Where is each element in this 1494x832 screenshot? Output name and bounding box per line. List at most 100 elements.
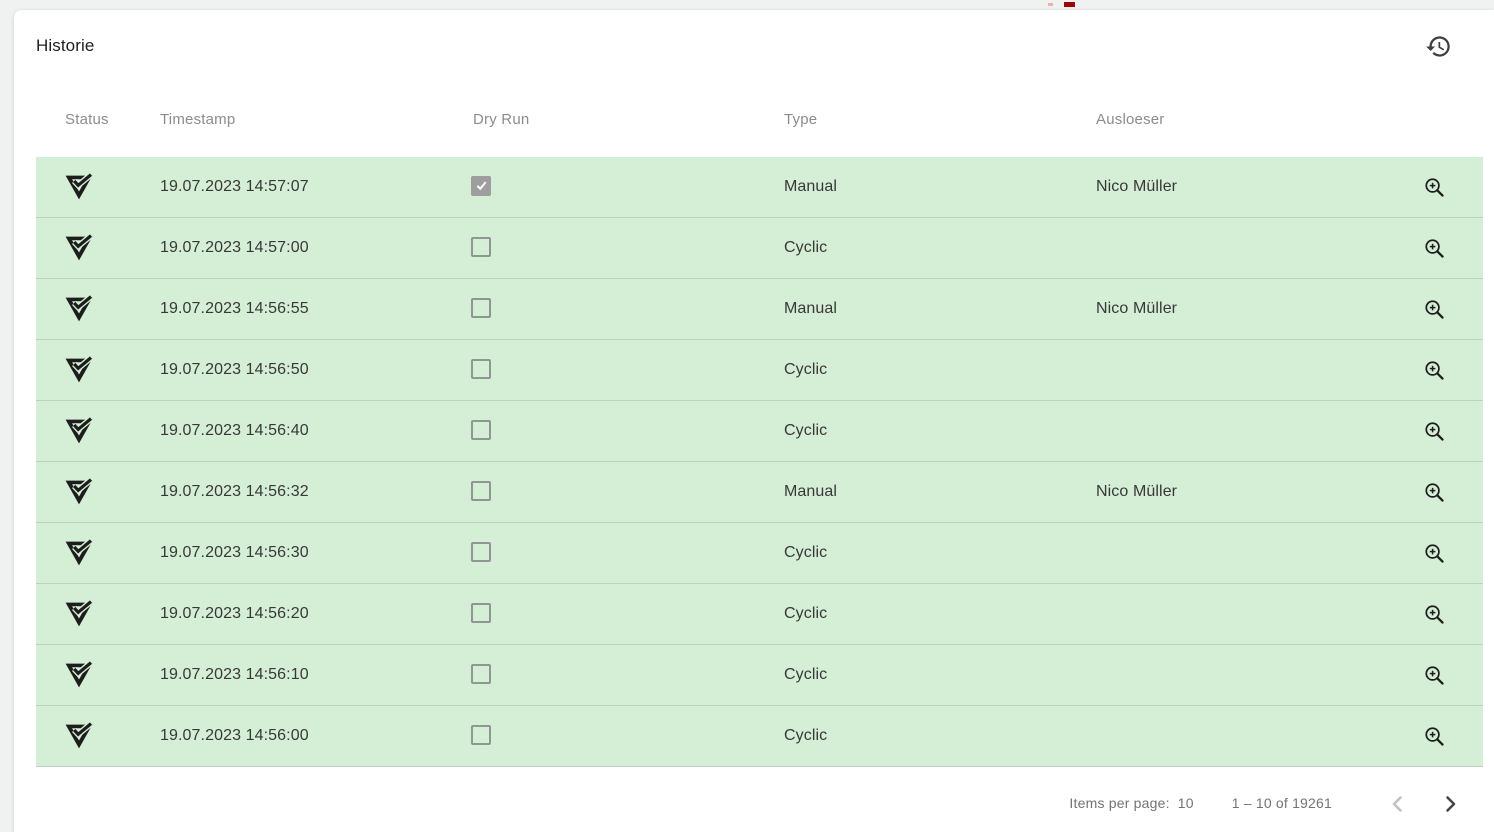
table-body: 19.07.2023 14:57:07 Manual Nico Müller xyxy=(36,157,1483,767)
status-check-icon xyxy=(64,174,94,201)
type-cell: Cyclic xyxy=(784,727,1096,745)
dry-run-cell xyxy=(471,725,784,748)
items-per-page-label: Items per page: xyxy=(1069,795,1169,811)
action-cell xyxy=(1386,228,1483,268)
timestamp-cell: 19.07.2023 14:56:32 xyxy=(160,483,471,501)
timestamp-cell: 19.07.2023 14:56:00 xyxy=(160,727,471,745)
historie-card: Historie Status Timestamp Dry Run Type A… xyxy=(14,10,1494,832)
zoom-in-icon xyxy=(1424,543,1445,564)
table-row[interactable]: 19.07.2023 14:56:50 Cyclic xyxy=(36,340,1483,401)
ausloeser-cell: Nico Müller xyxy=(1096,483,1386,501)
next-page-button[interactable] xyxy=(1430,783,1470,823)
table-row[interactable]: 19.07.2023 14:56:32 Manual Nico Müller xyxy=(36,462,1483,523)
card-header: Historie xyxy=(14,10,1494,82)
action-cell xyxy=(1386,533,1483,573)
timestamp-cell: 19.07.2023 14:56:20 xyxy=(160,605,471,623)
checkmark-icon xyxy=(474,178,489,193)
status-cell xyxy=(36,235,160,262)
zoom-in-button[interactable] xyxy=(1415,594,1455,634)
table-row[interactable]: 19.07.2023 14:56:10 Cyclic xyxy=(36,645,1483,706)
dry-run-cell xyxy=(471,603,784,626)
zoom-in-button[interactable] xyxy=(1415,655,1455,695)
table-row[interactable]: 19.07.2023 14:56:55 Manual Nico Müller xyxy=(36,279,1483,340)
table-row[interactable]: 19.07.2023 14:57:00 Cyclic xyxy=(36,218,1483,279)
status-check-icon xyxy=(64,235,94,262)
timestamp-cell: 19.07.2023 14:56:30 xyxy=(160,544,471,562)
timestamp-cell: 19.07.2023 14:56:40 xyxy=(160,422,471,440)
zoom-in-icon xyxy=(1424,238,1445,259)
table-row[interactable]: 19.07.2023 14:57:07 Manual Nico Müller xyxy=(36,157,1483,218)
dry-run-checkbox[interactable] xyxy=(471,725,491,745)
dry-run-checkbox[interactable] xyxy=(471,542,491,562)
page-size-select[interactable]: 10 xyxy=(1178,795,1194,811)
dry-run-checkbox[interactable] xyxy=(471,603,491,623)
action-cell xyxy=(1386,716,1483,756)
zoom-in-icon xyxy=(1424,360,1445,381)
zoom-in-button[interactable] xyxy=(1415,472,1455,512)
dry-run-checkbox[interactable] xyxy=(471,359,491,379)
paginator: Items per page: 10 1 – 10 of 19261 xyxy=(14,767,1494,832)
red-screen-artifact xyxy=(1064,2,1075,7)
column-header-dry-run: Dry Run xyxy=(471,111,784,128)
action-cell xyxy=(1386,655,1483,695)
status-check-icon xyxy=(64,662,94,689)
zoom-in-button[interactable] xyxy=(1415,533,1455,573)
red-screen-artifact-faint xyxy=(1048,3,1053,6)
column-header-type: Type xyxy=(784,111,1096,128)
status-cell xyxy=(36,479,160,506)
timestamp-cell: 19.07.2023 14:57:07 xyxy=(160,178,471,196)
status-check-icon xyxy=(64,723,94,750)
type-cell: Cyclic xyxy=(784,422,1096,440)
dry-run-checkbox[interactable] xyxy=(471,237,491,257)
dry-run-cell xyxy=(471,481,784,504)
zoom-in-icon xyxy=(1424,177,1445,198)
column-header-ausloeser: Ausloeser xyxy=(1096,111,1386,128)
dry-run-checkbox[interactable] xyxy=(471,664,491,684)
dry-run-checkbox[interactable] xyxy=(471,420,491,440)
zoom-in-button[interactable] xyxy=(1415,167,1455,207)
column-header-timestamp: Timestamp xyxy=(160,111,471,128)
type-cell: Cyclic xyxy=(784,239,1096,257)
status-check-icon xyxy=(64,479,94,506)
range-label: 1 – 10 of 19261 xyxy=(1232,795,1332,811)
type-cell: Cyclic xyxy=(784,361,1096,379)
timestamp-cell: 19.07.2023 14:56:55 xyxy=(160,300,471,318)
type-cell: Cyclic xyxy=(784,544,1096,562)
table-row[interactable]: 19.07.2023 14:56:20 Cyclic xyxy=(36,584,1483,645)
status-check-icon xyxy=(64,540,94,567)
chevron-left-icon xyxy=(1385,790,1411,816)
history-button[interactable] xyxy=(1418,26,1458,66)
dry-run-cell xyxy=(471,298,784,321)
timestamp-cell: 19.07.2023 14:56:10 xyxy=(160,666,471,684)
dry-run-cell xyxy=(471,359,784,382)
zoom-in-icon xyxy=(1424,482,1445,503)
zoom-in-button[interactable] xyxy=(1415,716,1455,756)
dry-run-checkbox[interactable] xyxy=(471,481,491,501)
dry-run-cell xyxy=(471,176,784,199)
status-check-icon xyxy=(64,296,94,323)
table-row[interactable]: 19.07.2023 14:56:00 Cyclic xyxy=(36,706,1483,767)
zoom-in-button[interactable] xyxy=(1415,350,1455,390)
history-icon xyxy=(1425,33,1452,60)
zoom-in-icon xyxy=(1424,604,1445,625)
zoom-in-icon xyxy=(1424,726,1445,747)
timestamp-cell: 19.07.2023 14:56:50 xyxy=(160,361,471,379)
dry-run-checkbox[interactable] xyxy=(471,298,491,318)
dry-run-cell xyxy=(471,542,784,565)
status-cell xyxy=(36,662,160,689)
ausloeser-cell: Nico Müller xyxy=(1096,178,1386,196)
dry-run-cell xyxy=(471,237,784,260)
table-row[interactable]: 19.07.2023 14:56:40 Cyclic xyxy=(36,401,1483,462)
zoom-in-button[interactable] xyxy=(1415,411,1455,451)
history-table: Status Timestamp Dry Run Type Ausloeser xyxy=(36,82,1483,767)
dry-run-checkbox[interactable] xyxy=(471,176,491,196)
status-cell xyxy=(36,418,160,445)
table-row[interactable]: 19.07.2023 14:56:30 Cyclic xyxy=(36,523,1483,584)
zoom-in-button[interactable] xyxy=(1415,289,1455,329)
type-cell: Manual xyxy=(784,300,1096,318)
type-cell: Manual xyxy=(784,483,1096,501)
status-check-icon xyxy=(64,601,94,628)
type-cell: Cyclic xyxy=(784,605,1096,623)
zoom-in-button[interactable] xyxy=(1415,228,1455,268)
previous-page-button[interactable] xyxy=(1378,783,1418,823)
